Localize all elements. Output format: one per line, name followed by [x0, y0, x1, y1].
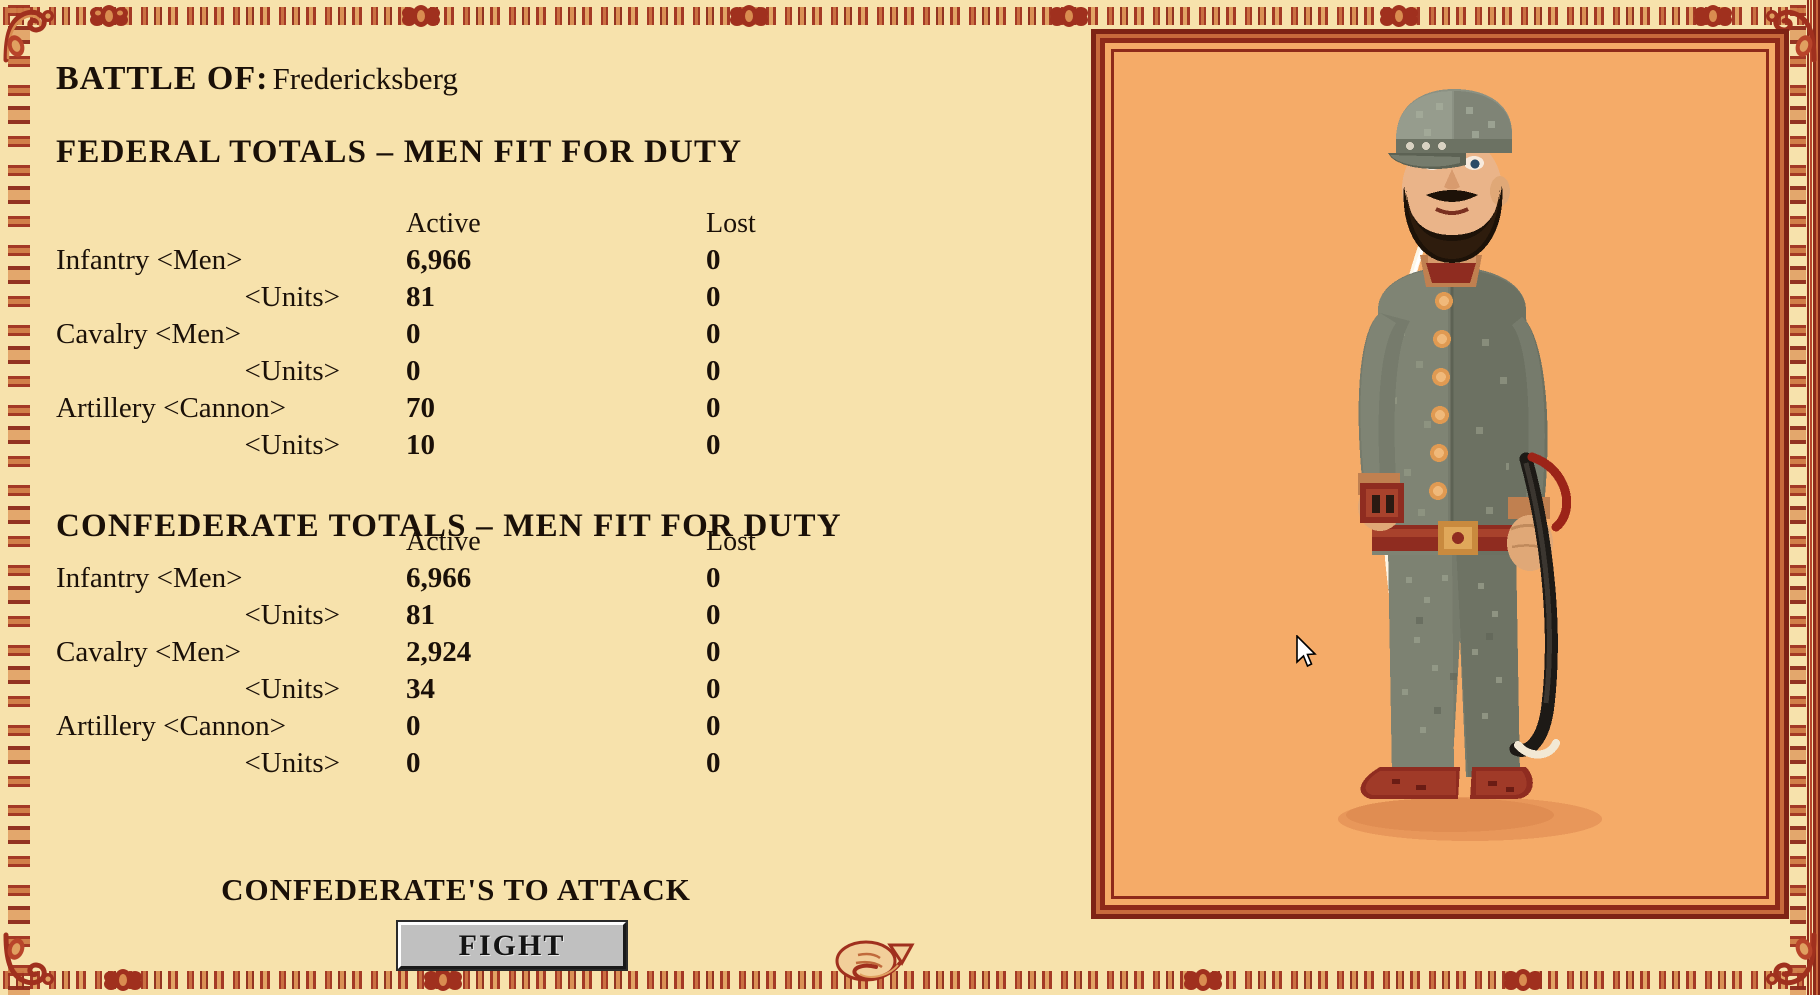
row-label: Artillery <Cannon>: [56, 392, 287, 424]
row-label: <Units>: [244, 673, 340, 705]
column-header-lost: Lost: [706, 208, 756, 239]
column-header-active: Active: [406, 526, 481, 557]
battle-of-label: BATTLE OF:: [56, 60, 269, 97]
row-label: <Units>: [244, 355, 340, 387]
row-active: 34: [406, 673, 435, 705]
row-label: <Units>: [244, 747, 340, 779]
fight-button-label: FIGHT: [458, 928, 566, 962]
row-label: Infantry <Men>: [56, 244, 243, 276]
row-active: 10: [406, 429, 435, 461]
row-active: 70: [406, 392, 435, 424]
row-active: 0: [406, 710, 421, 742]
border-band-top: [0, 0, 1820, 34]
row-active: 0: [406, 747, 421, 779]
row-active: 6,966: [406, 562, 472, 594]
table-row: Artillery <Cannon> 0 0: [56, 706, 936, 743]
federal-totals-heading: FEDERAL TOTALS – MEN FIT FOR DUTY: [56, 134, 743, 170]
soldier-portrait-panel: [1100, 38, 1780, 910]
attack-notice-text: CONFEDERATE'S TO ATTACK: [221, 872, 691, 907]
rosette-ornament: [1180, 967, 1226, 993]
row-label: Cavalry <Men>: [56, 318, 241, 350]
column-header-blank: [56, 516, 406, 558]
border-band-bottom: [0, 957, 1820, 995]
rosette-ornament: [1690, 3, 1736, 29]
border-stripe-rule: [1806, 0, 1820, 995]
row-lost: 0: [706, 562, 721, 594]
table-row: Cavalry <Men> 2,924 0: [56, 632, 936, 669]
table-row: <Units> 34 0: [56, 669, 936, 706]
table-row: <Units> 10 0: [56, 425, 936, 462]
rosette-ornament: [420, 967, 466, 993]
row-lost: 0: [706, 747, 721, 779]
rosette-ornament: [1376, 3, 1422, 29]
row-label: <Units>: [244, 429, 340, 461]
chain-link-border-motif: [8, 0, 30, 995]
row-lost: 0: [706, 429, 721, 461]
table-row: <Units> 0 0: [56, 351, 936, 388]
game-screen: BATTLE OF: Fredericksberg FEDERAL TOTALS …: [0, 0, 1820, 995]
row-active: 0: [406, 318, 421, 350]
border-band-left: [0, 0, 38, 995]
row-label: <Units>: [244, 599, 340, 631]
rosette-ornament: [1046, 3, 1092, 29]
row-lost: 0: [706, 318, 721, 350]
rosette-ornament: [726, 3, 772, 29]
row-label: Infantry <Men>: [56, 562, 243, 594]
table-row: <Units> 81 0: [56, 277, 936, 314]
federal-totals-table: Active Lost Infantry <Men> 6,966 0 <Unit…: [56, 198, 936, 462]
row-active: 6,966: [406, 244, 472, 276]
confederate-soldier-illustration: [1338, 89, 1602, 841]
rosette-ornament: [1500, 967, 1546, 993]
row-label: Artillery <Cannon>: [56, 710, 287, 742]
column-header-blank: [56, 198, 406, 240]
row-lost: 0: [706, 281, 721, 313]
rosette-ornament: [398, 3, 444, 29]
rosette-ornament: [100, 967, 146, 993]
confederate-totals-table: Active Lost Infantry <Men> 6,966 0 <Unit…: [56, 516, 936, 780]
row-active: 81: [406, 281, 435, 313]
table-header-row: Active Lost: [56, 198, 936, 240]
row-lost: 0: [706, 244, 721, 276]
battle-name-value: Fredericksberg: [272, 61, 458, 96]
row-lost: 0: [706, 599, 721, 631]
row-active: 81: [406, 599, 435, 631]
row-active: 0: [406, 355, 421, 387]
table-header-row: Active Lost: [56, 516, 936, 558]
battle-summary-panel: BATTLE OF: Fredericksberg FEDERAL TOTALS …: [46, 34, 1086, 971]
row-label: Cavalry <Men>: [56, 636, 241, 668]
chain-link-border-motif: [1790, 0, 1812, 995]
chain-link-border-motif: [0, 7, 1820, 25]
table-row: <Units> 81 0: [56, 595, 936, 632]
row-lost: 0: [706, 392, 721, 424]
chain-link-border-motif: [0, 971, 1820, 989]
table-row: Artillery <Cannon> 70 0: [56, 388, 936, 425]
column-header-lost: Lost: [706, 526, 756, 557]
table-row: <Units> 0 0: [56, 743, 936, 780]
row-lost: 0: [706, 710, 721, 742]
row-lost: 0: [706, 355, 721, 387]
table-row: Infantry <Men> 6,966 0: [56, 558, 936, 595]
row-lost: 0: [706, 636, 721, 668]
column-header-active: Active: [406, 208, 481, 239]
row-active: 2,924: [406, 636, 472, 668]
row-lost: 0: [706, 673, 721, 705]
battle-title: BATTLE OF: Fredericksberg: [56, 60, 458, 98]
rosette-ornament: [86, 3, 132, 29]
border-band-right: [1776, 0, 1820, 995]
corner-flourish-ornament: [1744, 931, 1818, 993]
row-label: <Units>: [244, 281, 340, 313]
fight-button[interactable]: FIGHT: [396, 920, 628, 971]
table-row: Infantry <Men> 6,966 0: [56, 240, 936, 277]
table-row: Cavalry <Men> 0 0: [56, 314, 936, 351]
